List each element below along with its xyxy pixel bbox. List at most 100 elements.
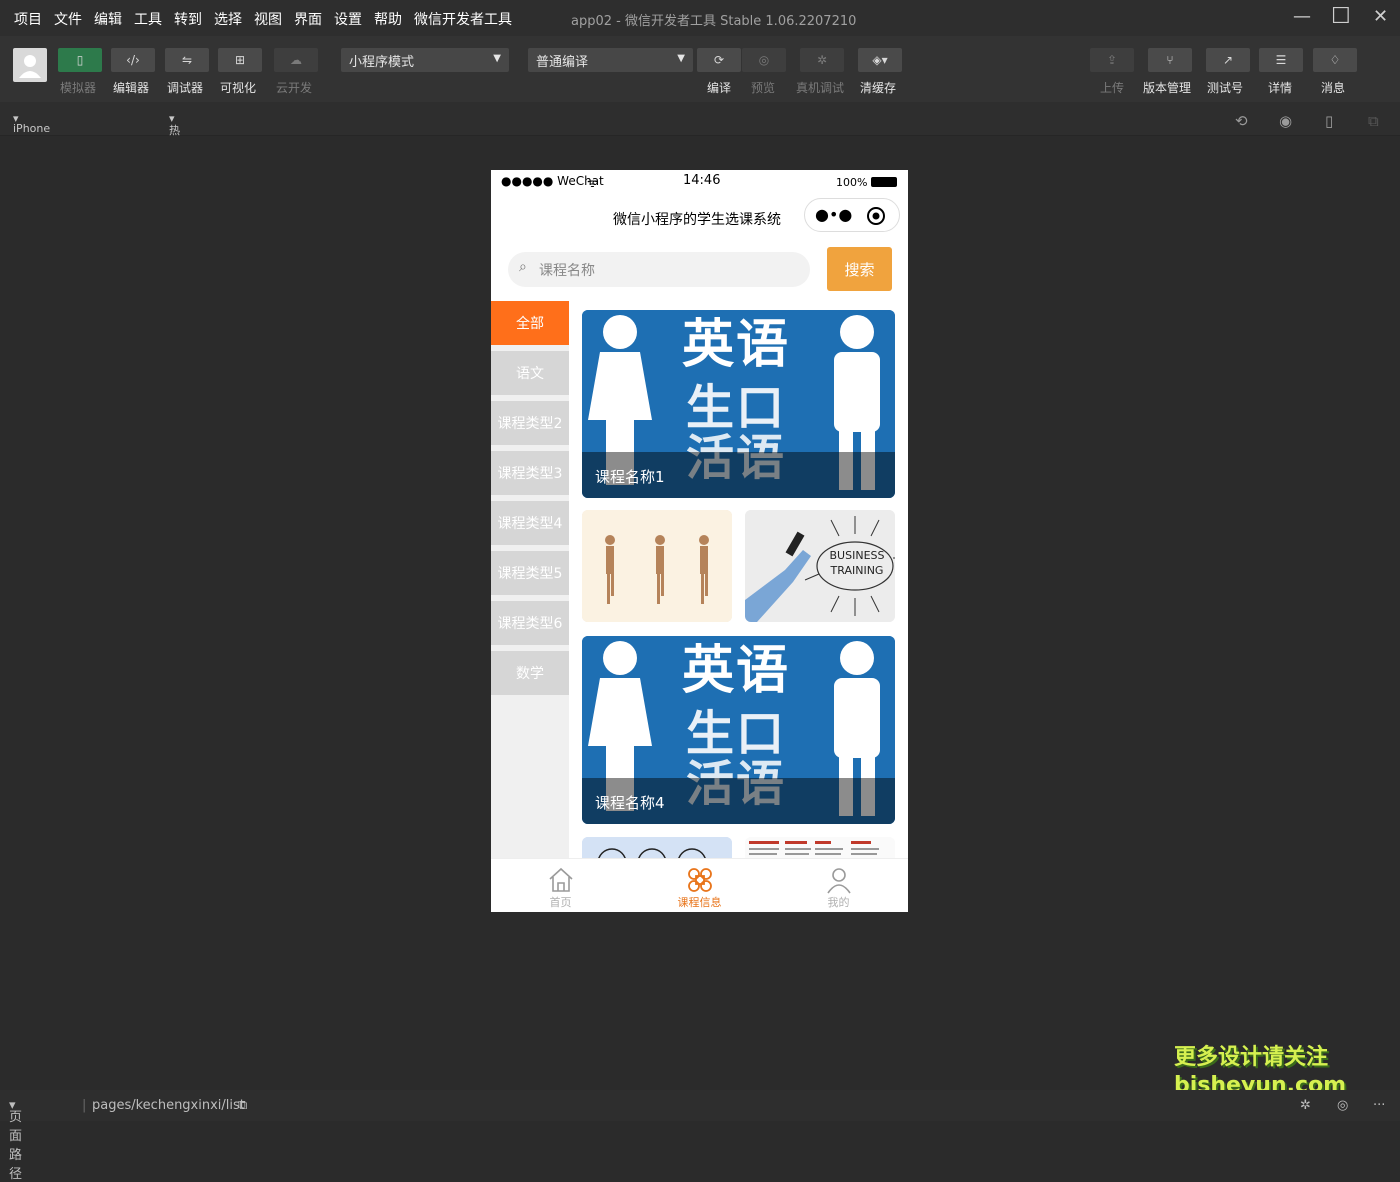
debugger-button[interactable]: ⇋ [165, 48, 209, 72]
phone-status-bar: ●●●●● WeChat ᯤ 14:46 100% [491, 170, 908, 194]
menu-edit[interactable]: 编辑 [94, 9, 122, 29]
tab-mine-label: 我的 [827, 896, 850, 909]
menu-project[interactable]: 项目 [14, 9, 42, 29]
menu-interface[interactable]: 界面 [294, 9, 322, 29]
maximize-icon[interactable]: ☐ [1331, 4, 1351, 29]
course-card[interactable] [745, 837, 895, 858]
menu-wechat-devtools[interactable]: 微信开发者工具 [414, 9, 512, 29]
page-path-select[interactable]: 页面路径 ▾ [9, 1098, 22, 1182]
course-card[interactable] [582, 837, 732, 858]
visual-button[interactable]: ⊞ [218, 48, 262, 72]
test-account-button[interactable]: ↗ [1206, 48, 1250, 72]
record-icon[interactable]: ◉ [1279, 112, 1292, 130]
messages-button[interactable]: ♢ [1313, 48, 1357, 72]
remote-debug-label: 真机调试 [796, 81, 845, 95]
search-input[interactable]: ⌕ 课程名称 [508, 252, 810, 287]
category-type4[interactable]: 课程类型4 [491, 501, 569, 545]
preview-label: 预览 [751, 81, 776, 95]
version-label: 版本管理 [1143, 81, 1192, 95]
category-math[interactable]: 数学 [491, 651, 569, 695]
page-path-label: 页面路径 [9, 1110, 23, 1182]
version-button[interactable]: ⑂ [1148, 48, 1192, 72]
course-card[interactable]: BUSINESS TRAINING [745, 510, 895, 622]
eye-icon[interactable]: ◎ [1337, 1098, 1348, 1113]
category-all[interactable]: 全部 [491, 301, 569, 345]
clear-cache-label: 清缓存 [860, 81, 897, 95]
mode-select[interactable]: 小程序模式 ▼ [341, 48, 509, 72]
menu-settings[interactable]: 设置 [334, 9, 362, 29]
category-type5[interactable]: 课程类型5 [491, 551, 569, 595]
cloud-button[interactable]: ☁ [274, 48, 318, 72]
chevron-down-icon: ▼ [677, 53, 685, 64]
course-image-partial [745, 837, 895, 858]
search-button[interactable]: 搜索 [827, 247, 892, 291]
remote-debug-button[interactable]: ✲ [800, 48, 844, 72]
toolbar: ▯ ‹/› ⇋ ⊞ ☁ 模拟器 编辑器 调试器 可视化 云开发 小程序模式 ▼ … [0, 36, 1400, 102]
debugger-label: 调试器 [167, 81, 204, 95]
close-icon[interactable]: ✕ [1373, 6, 1388, 27]
tab-course-info[interactable]: 课程信息 [630, 859, 769, 912]
search-icon: ⌕ [519, 259, 527, 275]
layout-icon: ⊞ [234, 53, 246, 67]
menu-view[interactable]: 视图 [254, 9, 282, 29]
phone-frame-icon[interactable]: ▯ [1325, 112, 1333, 130]
course-banner-line2: 生口 [686, 380, 787, 436]
bug-icon: ✲ [816, 53, 828, 67]
course-card[interactable]: 英语 生口 活语 课程名称4 [582, 636, 895, 824]
tab-mine[interactable]: 我的 [769, 859, 908, 912]
home-icon [548, 867, 573, 892]
menu-goto[interactable]: 转到 [174, 9, 202, 29]
category-type6[interactable]: 课程类型6 [491, 601, 569, 645]
compile-select[interactable]: 普通编译 ▼ [528, 48, 693, 72]
course-list: 英语 生口 活语 课程名称1 BUSINESS TRAINING 英语 生口 活… [582, 310, 895, 858]
simulator-label: 模拟器 [60, 81, 97, 95]
menu-tools[interactable]: 工具 [134, 9, 162, 29]
sliders-icon: ⇋ [181, 53, 193, 67]
tab-course-info-label: 课程信息 [677, 896, 722, 909]
course-card[interactable]: 英语 生口 活语 课程名称1 [582, 310, 895, 498]
user-icon [826, 868, 851, 894]
window-title: app02 - 微信开发者工具 Stable 1.06.2207210 [571, 14, 857, 29]
bug-icon[interactable]: ✲ [1300, 1098, 1311, 1113]
tab-home-label: 首页 [549, 896, 572, 909]
menu-bar: 项目 文件 编辑 工具 转到 选择 视图 界面 设置 帮助 微信开发者工具 ap… [0, 0, 1400, 36]
details-button[interactable]: ☰ [1259, 48, 1303, 72]
more-icon[interactable]: ··· [1373, 1098, 1385, 1113]
details-label: 详情 [1268, 81, 1293, 95]
upload-button[interactable]: ⇪ [1090, 48, 1134, 72]
external-link-icon: ↗ [1222, 53, 1234, 67]
avatar[interactable] [13, 48, 47, 82]
upload-icon: ⇪ [1106, 53, 1118, 67]
close-miniprogram-icon[interactable] [866, 206, 886, 226]
category-chinese[interactable]: 语文 [491, 351, 569, 395]
preview-button[interactable]: ◎ [742, 48, 786, 72]
hot-reload-toggle[interactable]: 热重载 开 ▾ [169, 112, 180, 185]
simulator-button[interactable]: ▯ [58, 48, 102, 72]
copy-icon[interactable]: ⧉ [238, 1098, 247, 1113]
category-type2[interactable]: 课程类型2 [491, 401, 569, 445]
course-card[interactable] [582, 510, 732, 622]
code-icon: ‹/› [126, 53, 140, 67]
compile-button[interactable]: ⟳ [697, 48, 741, 72]
mode-select-value: 小程序模式 [349, 55, 415, 70]
test-account-label: 测试号 [1207, 81, 1244, 95]
capsule-menu[interactable]: ●•● [804, 198, 900, 232]
upload-label: 上传 [1100, 81, 1125, 95]
menu-file[interactable]: 文件 [54, 9, 82, 29]
editor-button[interactable]: ‹/› [111, 48, 155, 72]
business-training-label: BUSINESS TRAINING [829, 549, 885, 577]
clear-cache-button[interactable]: ◈▾ [858, 48, 902, 72]
device-select[interactable]: iPhone 6/7/8 100% 16 ▾ [13, 112, 50, 174]
simulator-subbar: iPhone 6/7/8 100% 16 ▾ 热重载 开 ▾ ⟲ ◉ ▯ ⧉ [0, 102, 1400, 185]
menu-help[interactable]: 帮助 [374, 9, 402, 29]
chevron-down-icon: ▼ [493, 53, 501, 64]
refresh-icon: ⟳ [713, 53, 725, 67]
tab-home[interactable]: 首页 [491, 859, 630, 912]
rotate-icon[interactable]: ⟲ [1235, 112, 1248, 130]
more-icon[interactable]: ●•● [815, 205, 852, 224]
windows-icon[interactable]: ⧉ [1368, 112, 1379, 130]
category-type3[interactable]: 课程类型3 [491, 451, 569, 495]
layers-icon: ◈▾ [872, 53, 888, 67]
minimize-icon[interactable]: — [1293, 6, 1311, 27]
menu-select[interactable]: 选择 [214, 9, 242, 29]
